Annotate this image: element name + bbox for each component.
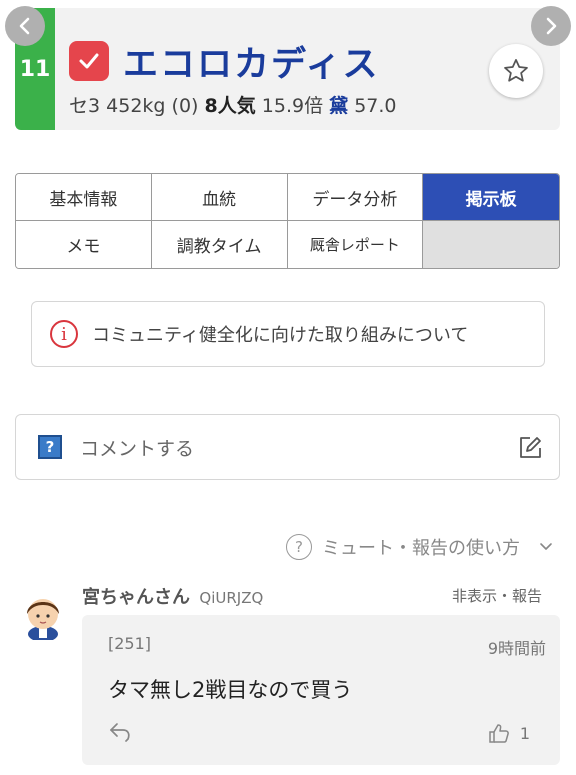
help-text: ミュート・報告の使い方: [322, 538, 520, 559]
comment-input[interactable]: ? コメントする: [15, 414, 560, 480]
prev-horse-button[interactable]: [5, 6, 45, 46]
tab-training-time[interactable]: 調教タイム: [151, 221, 288, 268]
selected-checkbox[interactable]: [69, 41, 109, 81]
tab-basic-info[interactable]: 基本情報: [16, 174, 152, 221]
tab-memo[interactable]: メモ: [16, 221, 152, 268]
body-weight: 452kg: [106, 95, 166, 117]
rating-value: 57.0: [354, 95, 397, 117]
hide-report-link[interactable]: 非表示・報告: [452, 585, 542, 606]
horse-name: エコロカディス: [123, 45, 380, 85]
tab-bulletin-board[interactable]: 掲示板: [423, 174, 559, 221]
like-count: 1: [519, 723, 530, 743]
tab-data-analysis[interactable]: データ分析: [287, 174, 424, 221]
odds: 15.9倍: [261, 95, 324, 117]
horse-header: 11 エコロカディス セ3 452kg (0) 8人気 15.9倍 黛 57.0: [15, 8, 560, 130]
avatar: [27, 599, 59, 640]
user-name[interactable]: 宮ちゃんさん: [82, 587, 190, 608]
comment-time: 9時間前: [487, 639, 546, 658]
star-icon: [504, 59, 528, 82]
like-button[interactable]: 1: [488, 722, 530, 744]
sex-age: セ3: [69, 95, 101, 117]
help-icon: ?: [286, 534, 312, 560]
info-icon: i: [50, 320, 78, 348]
tab-empty: [423, 221, 559, 268]
horse-stats: セ3 452kg (0) 8人気 15.9倍 黛 57.0: [69, 91, 397, 118]
comment-placeholder: コメントする: [80, 437, 195, 460]
weight-change: (0): [171, 95, 199, 117]
mute-report-help[interactable]: ? ミュート・報告の使い方: [286, 534, 554, 560]
reply-icon[interactable]: [108, 720, 134, 744]
check-icon: [79, 53, 99, 69]
comment-number: [251]: [108, 634, 152, 653]
chevron-down-icon: [540, 543, 552, 550]
comment-text: タマ無し2戦目なので買う: [108, 678, 353, 702]
edit-icon: [520, 437, 541, 458]
user-id: QiURJZQ: [199, 589, 264, 607]
rating-label: 黛: [329, 95, 349, 117]
popularity: 8人気: [204, 95, 256, 117]
notice-text: コミュニティ健全化に向けた取り組みについて: [92, 325, 469, 346]
chevron-left-icon: [19, 17, 30, 35]
comment-author[interactable]: 宮ちゃんさん QiURJZQ: [82, 583, 263, 609]
next-horse-button[interactable]: [531, 6, 571, 46]
community-notice-link[interactable]: i コミュニティ健全化に向けた取り組みについて: [31, 301, 545, 367]
question-icon: ?: [38, 435, 62, 459]
tab-stable-report[interactable]: 厩舎レポート: [287, 221, 424, 268]
favorite-button[interactable]: [489, 44, 543, 98]
comment-card: [251] 9時間前 タマ無し2戦目なので買う 1: [82, 615, 560, 765]
tab-grid: 基本情報 血統 データ分析 掲示板 メモ 調教タイム 厩舎レポート: [15, 173, 560, 269]
tab-pedigree[interactable]: 血統: [151, 174, 288, 221]
thumbs-up-icon: [489, 724, 509, 743]
chevron-right-icon: [546, 17, 557, 35]
